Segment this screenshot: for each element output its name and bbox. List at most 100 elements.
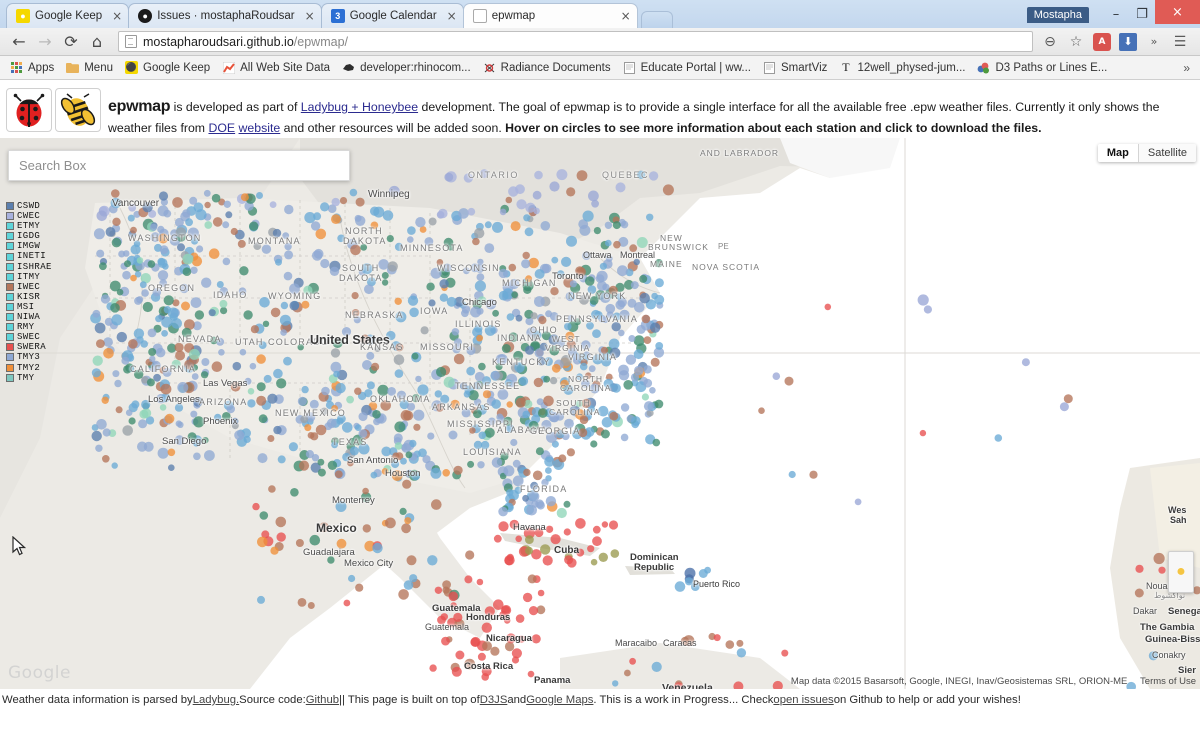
legend-item-imgw[interactable]: IMGW xyxy=(6,241,52,251)
tab-close-icon[interactable]: × xyxy=(305,10,315,22)
browser-tab[interactable]: ● Google Keep × xyxy=(6,3,130,28)
bookmark-smartviz[interactable]: SmartViz xyxy=(757,59,833,76)
legend-item-tmy2[interactable]: TMY2 xyxy=(6,363,52,373)
place-label: Toronto xyxy=(552,271,584,282)
legend-item-igdg[interactable]: IGDG xyxy=(6,231,52,241)
user-profile-chip[interactable]: Mostapha xyxy=(1026,7,1089,23)
link-doe[interactable]: DOE xyxy=(208,121,235,135)
legend-item-cswd[interactable]: CSWD xyxy=(6,201,52,211)
new-tab-button[interactable] xyxy=(640,11,673,28)
minimize-button[interactable]: – xyxy=(1103,4,1129,24)
legend-item-iwec[interactable]: IWEC xyxy=(6,282,52,292)
legend-swatch-ishrae xyxy=(6,262,14,271)
back-button[interactable]: ← xyxy=(6,30,32,54)
legend-item-tmy3[interactable]: TMY3 xyxy=(6,352,52,362)
map-container[interactable]: AND LABRADOR ONTARIO QUEBEC Winnipeg Vancouv… xyxy=(0,138,1200,689)
folder-icon xyxy=(66,61,80,74)
place-label: WASHINGTON xyxy=(128,233,202,243)
place-label: San Diego xyxy=(162,436,207,447)
legend-item-swec[interactable]: SWEC xyxy=(6,332,52,342)
browser-tab-active[interactable]: epwmap × xyxy=(462,3,638,28)
legend-item-ineti[interactable]: INETI xyxy=(6,251,52,261)
footer-link-open-issues[interactable]: open issues xyxy=(773,694,833,706)
legend-item-cwec[interactable]: CWEC xyxy=(6,211,52,221)
bookmark-label: Google Keep xyxy=(143,61,211,74)
map-type-control[interactable]: Map Satellite xyxy=(1097,144,1196,162)
map-type-map-button[interactable]: Map xyxy=(1097,144,1139,162)
browser-menu-icon[interactable]: ☰ xyxy=(1168,31,1192,53)
place-label: Panama xyxy=(534,675,571,686)
street-view-pegman[interactable]: ● xyxy=(1168,551,1194,593)
place-label: Cuba xyxy=(554,545,579,556)
place-label: Mexico City xyxy=(344,558,394,569)
place-label: Guadalajara xyxy=(303,547,355,558)
maximize-button[interactable]: ❐ xyxy=(1129,4,1155,24)
bookmark-label: All Web Site Data xyxy=(240,61,331,74)
ladybug-logo[interactable] xyxy=(6,88,52,132)
place-label: Guinea-Biss xyxy=(1145,634,1200,645)
bookmark-all-web-site-data[interactable]: All Web Site Data xyxy=(216,59,336,76)
zoom-out-icon[interactable]: ⊖ xyxy=(1038,31,1062,53)
legend-item-swera[interactable]: SWERA xyxy=(6,342,52,352)
place-label: ILLINOIS xyxy=(455,319,502,329)
legend-item-tmy[interactable]: TMY xyxy=(6,373,52,383)
bookmark-d3-paths-or-lines[interactable]: D3 Paths or Lines E... xyxy=(971,59,1113,76)
browser-tab[interactable]: 3 Google Calendar × xyxy=(320,3,464,28)
page-info-icon[interactable] xyxy=(125,35,137,48)
bookmark-educate-portal[interactable]: Educate Portal | ww... xyxy=(617,59,757,76)
legend-swatch-ineti xyxy=(6,252,14,261)
address-bar[interactable]: mostapharoudsari.github.io/epwmap/ xyxy=(118,31,1033,52)
legend-item-msi[interactable]: MSI xyxy=(6,302,52,312)
honeybee-logo[interactable] xyxy=(55,88,101,132)
legend-item-rmy[interactable]: RMY xyxy=(6,322,52,332)
bookmark-menu[interactable]: Menu xyxy=(60,59,119,76)
terms-of-use-link[interactable]: Terms of Use xyxy=(1140,676,1196,687)
bookmarks-overflow-icon[interactable]: » xyxy=(1183,61,1196,75)
tab-close-icon[interactable]: × xyxy=(112,10,122,22)
footer-link-github[interactable]: Github xyxy=(306,694,339,706)
browser-tab[interactable]: ● Issues · mostaphaRoudsar × xyxy=(128,3,322,28)
footer-link-google-maps[interactable]: Google Maps xyxy=(526,694,593,706)
bookmark-star-icon[interactable]: ☆ xyxy=(1064,31,1088,53)
place-label: Sier xyxy=(1178,665,1196,676)
home-button[interactable]: ⌂ xyxy=(84,30,110,54)
search-box[interactable] xyxy=(8,150,350,181)
forward-button[interactable]: → xyxy=(32,30,58,54)
tab-close-icon[interactable]: × xyxy=(621,10,631,22)
footer-link-ladybug[interactable]: Ladybug. xyxy=(193,694,239,706)
reload-button[interactable]: ⟳ xyxy=(58,30,84,54)
legend-label: TMY xyxy=(17,372,35,383)
legend-item-itmy[interactable]: ITMY xyxy=(6,272,52,282)
legend-label: IMGW xyxy=(17,241,41,252)
page-footer: Weather data information is parsed by La… xyxy=(0,689,1200,711)
place-label: NEVADA xyxy=(178,334,222,344)
footer-text-6: on Github to help or add your wishes! xyxy=(833,694,1021,706)
tab-close-icon[interactable]: × xyxy=(447,10,457,22)
bookmark-nytimes-article[interactable]: T 12well_physed-jum... xyxy=(833,59,971,76)
place-label: NEW YORK xyxy=(568,291,627,301)
download-extension-icon[interactable]: ⬇ xyxy=(1116,31,1140,53)
window-controls: Mostapha – ❐ × xyxy=(1026,0,1200,28)
bookmark-label: Apps xyxy=(28,61,55,74)
bookmark-developer-rhino[interactable]: developer:rhinocom... xyxy=(336,59,477,76)
extensions-overflow-icon[interactable]: » xyxy=(1142,31,1166,53)
legend-swatch-tmy3 xyxy=(6,353,14,362)
legend-item-ishrae[interactable]: ISHRAE xyxy=(6,262,52,272)
search-input[interactable] xyxy=(19,158,339,173)
bookmark-google-keep[interactable]: ⚫ Google Keep xyxy=(119,59,216,76)
link-website[interactable]: website xyxy=(239,121,281,135)
legend-item-kisr[interactable]: KISR xyxy=(6,292,52,302)
legend-item-etmy[interactable]: ETMY xyxy=(6,221,52,231)
map-legend[interactable]: CSWD CWEC ETMY IGDG IMGW INETI ISHRAE ITMY IWEC K… xyxy=(6,201,52,383)
url-host: mostapharoudsari.github.io xyxy=(143,34,294,49)
map-type-satellite-button[interactable]: Satellite xyxy=(1138,144,1196,162)
legend-swatch-rmy xyxy=(6,323,14,332)
bookmark-radiance-documents[interactable]: Radiance Documents xyxy=(477,59,617,76)
legend-item-niwa[interactable]: NIWA xyxy=(6,312,52,322)
footer-link-d3js[interactable]: D3JS xyxy=(480,694,508,706)
close-window-button[interactable]: × xyxy=(1155,0,1200,24)
place-label: Wes xyxy=(1168,505,1187,515)
link-ladybug-honeybee[interactable]: Ladybug + Honeybee xyxy=(301,100,418,114)
bookmark-apps[interactable]: Apps xyxy=(4,59,60,76)
pdf-extension-icon[interactable]: A xyxy=(1090,31,1114,53)
